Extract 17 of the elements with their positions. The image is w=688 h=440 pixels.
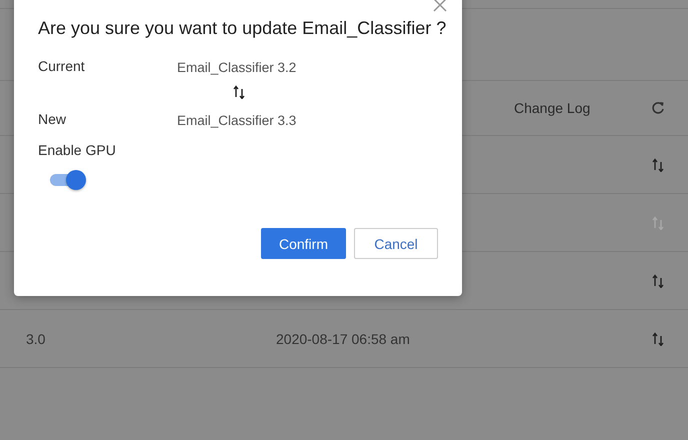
dialog-title: Are you sure you want to update Email_Classifier ? bbox=[38, 17, 448, 40]
swap-icon[interactable] bbox=[652, 158, 664, 172]
confirm-button[interactable]: Confirm bbox=[261, 228, 346, 259]
field-value: Email_Classifier 3.2 bbox=[177, 59, 298, 75]
field-label: New bbox=[38, 110, 68, 126]
field-label: Current bbox=[38, 58, 86, 74]
close-icon[interactable] bbox=[433, 0, 447, 12]
date-cell-text: 2020-08-17 06:58 am bbox=[276, 330, 411, 346]
field-value: Email_Classifier 3.3 bbox=[177, 112, 298, 128]
swap-icon[interactable] bbox=[652, 274, 664, 288]
refresh-icon[interactable] bbox=[651, 101, 665, 115]
gpu-label: Enable GPU bbox=[38, 142, 117, 158]
swap-icon bbox=[233, 85, 245, 99]
swap-icon[interactable] bbox=[652, 332, 664, 346]
cancel-button[interactable]: Cancel bbox=[354, 228, 438, 259]
column-header: Change Log bbox=[514, 100, 592, 116]
version-cell-text: 3.0 bbox=[26, 330, 46, 346]
